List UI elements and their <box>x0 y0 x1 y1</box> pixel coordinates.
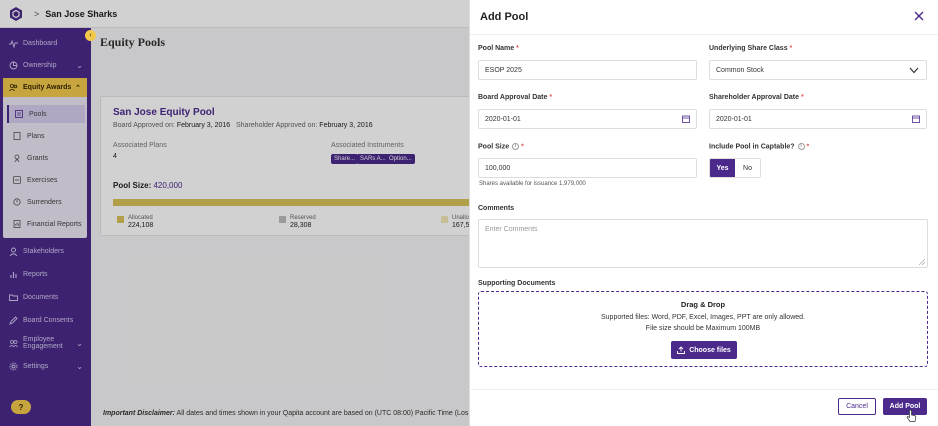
pool-size-label: Pool Size i * <box>478 143 524 150</box>
shareholder-date-input[interactable]: 2020-01-01 <box>709 109 927 129</box>
required-asterisk: * <box>800 94 804 101</box>
comments-placeholder: Enter Comments <box>485 226 538 233</box>
documents-label: Supporting Documents <box>478 280 556 287</box>
pool-size-input[interactable] <box>478 158 697 178</box>
shareholder-date-label: Shareholder Approval Date * <box>709 94 804 101</box>
panel-title: Add Pool <box>480 11 529 23</box>
required-asterisk: * <box>521 143 524 151</box>
dropzone-size-limit: File size should be Maximum 100MB <box>645 325 761 332</box>
comments-textarea[interactable]: Enter Comments <box>478 219 928 268</box>
info-icon[interactable]: i <box>512 143 520 150</box>
label-text: Pool Name <box>478 45 515 52</box>
panel-footer-divider <box>469 389 938 390</box>
label-text: Shareholder Approval Date <box>709 94 799 101</box>
captable-no-button[interactable]: No <box>735 159 760 177</box>
required-asterisk: * <box>789 45 793 52</box>
info-icon[interactable]: i <box>797 143 805 150</box>
upload-icon <box>677 346 686 354</box>
required-asterisk: * <box>806 143 810 151</box>
choose-files-button[interactable]: Choose files <box>671 341 737 359</box>
file-dropzone[interactable]: Drag & Drop Supported files: Word, PDF, … <box>478 291 928 367</box>
label-text: Board Approval Date <box>478 94 548 101</box>
share-class-label: Underlying Share Class * <box>709 45 792 52</box>
label-text: Underlying Share Class <box>709 45 788 52</box>
required-asterisk: * <box>516 45 519 52</box>
calendar-icon[interactable] <box>912 115 920 123</box>
comments-label: Comments <box>478 205 515 212</box>
pool-size-hint: Shares available for issuance 1,979,000 <box>479 181 586 187</box>
captable-yes-button[interactable]: Yes <box>710 159 735 177</box>
chevron-down-icon <box>909 67 919 74</box>
board-date-value: 2020-01-01 <box>485 115 521 123</box>
calendar-icon[interactable] <box>682 115 690 123</box>
close-icon[interactable] <box>913 10 925 22</box>
dropzone-title: Drag & Drop <box>680 300 726 309</box>
pool-name-input[interactable] <box>478 60 697 80</box>
share-class-select[interactable]: Common Stock <box>709 60 927 80</box>
hand-cursor-icon <box>906 409 917 422</box>
captable-label: Include Pool in Captable? i * <box>709 143 809 150</box>
required-asterisk: * <box>549 94 553 101</box>
share-class-value: Common Stock <box>716 66 764 74</box>
resize-handle-icon[interactable] <box>919 259 925 265</box>
sidebar-collapse-button[interactable]: ‹ <box>85 30 96 41</box>
board-date-label: Board Approval Date * <box>478 94 552 101</box>
add-pool-button[interactable]: Add Pool <box>883 398 927 415</box>
panel-divider <box>470 34 938 35</box>
choose-files-label: Choose files <box>689 346 731 354</box>
pool-name-label: Pool Name * <box>478 45 519 52</box>
label-text: Include Pool in Captable? <box>709 143 795 151</box>
cancel-button[interactable]: Cancel <box>838 398 876 415</box>
captable-toggle: Yes No <box>709 158 761 178</box>
label-text: Pool Size <box>478 143 510 151</box>
board-date-input[interactable]: 2020-01-01 <box>478 109 697 129</box>
shareholder-date-value: 2020-01-01 <box>716 115 752 123</box>
dropzone-supported-files: Supported files: Word, PDF, Excel, Image… <box>600 314 805 321</box>
